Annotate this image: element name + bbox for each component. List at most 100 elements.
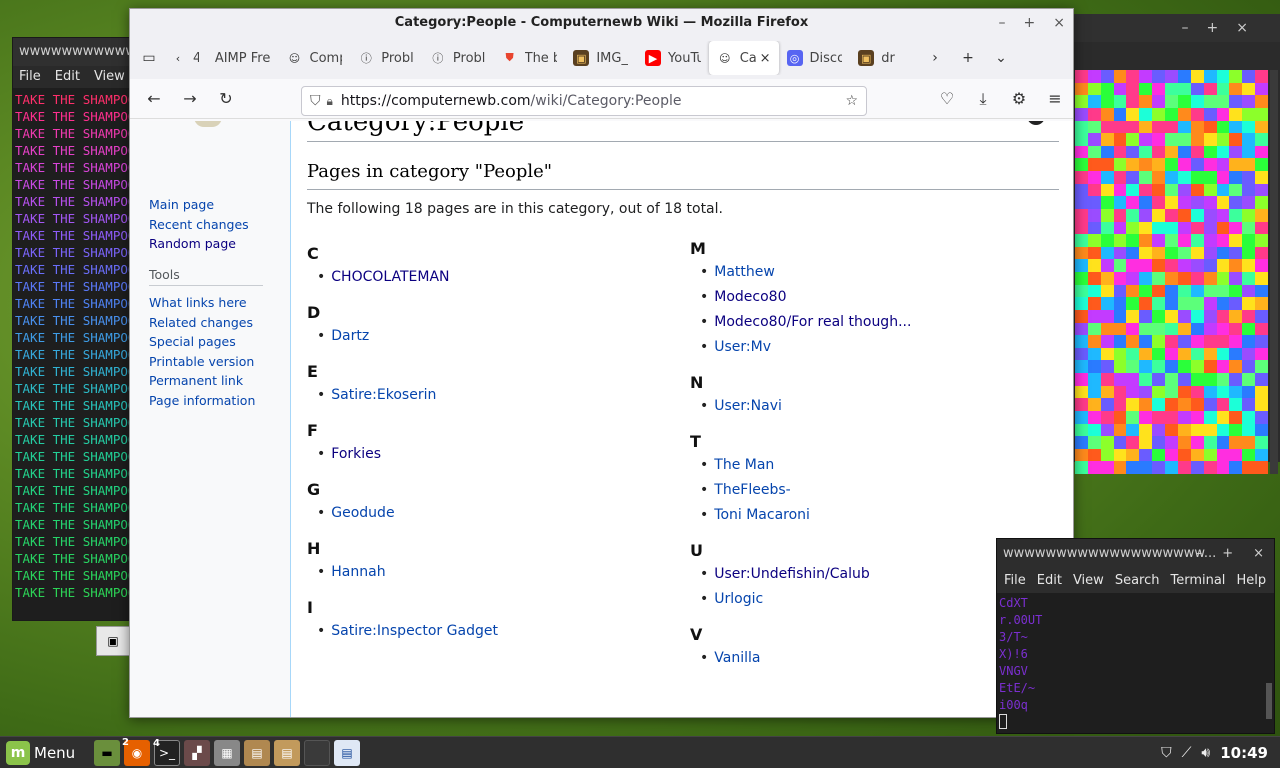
category-page-link[interactable]: Hannah bbox=[331, 564, 385, 580]
background-terminal-window[interactable]: wwwwwwwwwwwwwwwww File Edit View TAKE THE … bbox=[12, 37, 142, 621]
hamburger-menu-icon[interactable]: ≡ bbox=[1037, 89, 1073, 108]
list-all-tabs-icon[interactable]: ⌄ bbox=[988, 50, 1014, 66]
maximize-button[interactable]: + bbox=[1024, 9, 1036, 37]
tab[interactable]: ▣ dr bbox=[850, 41, 922, 75]
menu-file[interactable]: File bbox=[1004, 573, 1026, 588]
lock-icon[interactable]: 🔒︎ bbox=[327, 94, 333, 109]
menu-view[interactable]: View bbox=[94, 69, 125, 84]
shield-icon[interactable]: ⛉ bbox=[1161, 745, 1172, 761]
sidebar-link[interactable]: Recent changes bbox=[149, 215, 249, 235]
category-page-link[interactable]: TheFleebs- bbox=[714, 482, 790, 498]
tab[interactable]: ◎ Disco bbox=[779, 41, 851, 75]
sidebar-tool-link[interactable]: What links here bbox=[149, 293, 255, 313]
category-page-link[interactable]: Satire:Ekoserin bbox=[331, 387, 436, 403]
document-launcher-icon[interactable]: ▤ bbox=[334, 739, 360, 766]
maximize-button[interactable]: + bbox=[1222, 539, 1233, 569]
firefox-launcher-icon[interactable]: 2 ◉ bbox=[122, 737, 150, 766]
foreground-terminal-window[interactable]: wwwwwwwwwwwwwwwwwww... – + × File Edit Vie… bbox=[996, 538, 1275, 734]
pixel-cell bbox=[1152, 183, 1166, 197]
minimize-button[interactable]: – bbox=[1182, 20, 1207, 36]
menu-file[interactable]: File bbox=[19, 69, 41, 84]
list-item: Satire:Inspector Gadget bbox=[307, 619, 667, 644]
sidebar-link[interactable]: Main page bbox=[149, 195, 249, 215]
sidebar-link[interactable]: Random page bbox=[149, 234, 249, 254]
tab[interactable]: ☺ Cat × bbox=[708, 41, 779, 75]
category-page-link[interactable]: Dartz bbox=[331, 328, 369, 344]
category-page-link[interactable]: Forkies bbox=[331, 446, 381, 462]
close-tab-icon[interactable]: × bbox=[760, 51, 771, 66]
back-icon[interactable]: ← bbox=[136, 89, 172, 108]
category-page-link[interactable]: Satire:Inspector Gadget bbox=[331, 623, 498, 639]
sidebar-tool-link[interactable]: Permanent link bbox=[149, 371, 255, 391]
category-page-link[interactable]: The Man bbox=[714, 457, 774, 473]
extensions-icon[interactable]: ⚙ bbox=[1001, 89, 1037, 108]
downloads-icon[interactable]: ⤓ bbox=[965, 89, 1001, 109]
app-launcher-icon[interactable]: ▦ bbox=[214, 739, 240, 766]
category-page-link[interactable]: User:Mv bbox=[714, 339, 771, 355]
sidebar-tool-link[interactable]: Printable version bbox=[149, 352, 255, 372]
category-page-link[interactable]: Vanilla bbox=[714, 650, 760, 666]
window-button[interactable] bbox=[304, 739, 330, 766]
menu-view[interactable]: View bbox=[1073, 573, 1104, 588]
files-launcher-icon[interactable]: ▬ bbox=[94, 739, 120, 766]
tab[interactable]: ‹ 4K bbox=[162, 41, 207, 75]
menu-edit[interactable]: Edit bbox=[55, 69, 80, 84]
archive-launcher-icon[interactable]: ▤ bbox=[274, 739, 300, 766]
category-page-link[interactable]: Modeco80/For real though... bbox=[714, 314, 911, 330]
menu-terminal[interactable]: Terminal bbox=[1170, 573, 1225, 588]
tracking-protection-icon[interactable]: ⛉ bbox=[310, 93, 321, 109]
tab[interactable]: ⛊ The bl bbox=[494, 41, 566, 75]
close-button[interactable]: × bbox=[1053, 9, 1065, 37]
pocket-icon[interactable]: ♡ bbox=[929, 89, 965, 108]
reload-icon[interactable]: ↻ bbox=[208, 89, 244, 108]
category-page-link[interactable]: CHOCOLATEMAN bbox=[331, 269, 449, 285]
url-bar[interactable]: ⛉ 🔒︎ https://computernewb.com/wiki/Categ… bbox=[301, 86, 867, 116]
network-icon[interactable]: ⟋ bbox=[1182, 745, 1192, 761]
terminal-launcher-icon[interactable]: 4 >_ bbox=[153, 738, 180, 766]
menu-edit[interactable]: Edit bbox=[1037, 573, 1062, 588]
sidebar-tool-link[interactable]: Page information bbox=[149, 391, 255, 411]
scrollbar[interactable] bbox=[1266, 683, 1272, 719]
minimize-button[interactable]: – bbox=[1196, 539, 1203, 569]
app-launcher-icon[interactable]: ▞ bbox=[184, 739, 210, 766]
category-page-link[interactable]: User:Undefishin/Calub bbox=[714, 566, 869, 582]
category-page-link[interactable]: Geodude bbox=[331, 505, 394, 521]
category-page-link[interactable]: Urlogic bbox=[714, 591, 763, 607]
pixel-cell bbox=[1255, 461, 1268, 474]
close-button[interactable]: × bbox=[1253, 539, 1264, 569]
maximize-button[interactable]: + bbox=[1207, 20, 1237, 36]
tab[interactable]: ⓘ Probl bbox=[422, 41, 494, 75]
clock[interactable]: 10:49 bbox=[1220, 744, 1268, 762]
close-button[interactable]: × bbox=[1236, 20, 1266, 36]
menu-search[interactable]: Search bbox=[1115, 573, 1160, 588]
category-page-link[interactable]: Matthew bbox=[714, 264, 775, 280]
menu-help[interactable]: Help bbox=[1236, 573, 1266, 588]
divider bbox=[307, 141, 1059, 142]
sidebar-tool-link[interactable]: Special pages bbox=[149, 332, 255, 352]
pixel-cell bbox=[1229, 82, 1243, 96]
tab[interactable]: ⓘ Probl bbox=[350, 41, 422, 75]
category-page-link[interactable]: Toni Macaroni bbox=[714, 507, 810, 523]
firefox-view-icon[interactable]: ▭ bbox=[136, 50, 162, 66]
pixel-cell bbox=[1242, 221, 1256, 235]
pixel-art-window[interactable]: –+× bbox=[1073, 14, 1280, 474]
tab-label: AIMP Fre bbox=[214, 50, 271, 66]
tab[interactable]: ☺ Comp bbox=[279, 41, 351, 75]
start-menu-button[interactable]: m Menu bbox=[0, 740, 90, 765]
tab[interactable]: ▣ IMG_ bbox=[565, 41, 637, 75]
sidebar-tool-link[interactable]: Related changes bbox=[149, 313, 255, 333]
minimized-window-thumbnail[interactable]: ▣ bbox=[96, 626, 130, 656]
scrollbar[interactable] bbox=[1270, 70, 1278, 474]
forward-icon[interactable]: → bbox=[172, 89, 208, 108]
minimize-button[interactable]: – bbox=[999, 9, 1006, 37]
category-page-link[interactable]: User:Navi bbox=[714, 398, 782, 414]
category-page-link[interactable]: Modeco80 bbox=[714, 289, 786, 305]
new-tab-icon[interactable]: + bbox=[948, 50, 988, 66]
scroll-tabs-right-icon[interactable]: › bbox=[922, 50, 948, 66]
terminal-output[interactable]: CdXT r.00UT 3/T~ X)!6 VNGV EtE/~ i00q bbox=[997, 593, 1274, 733]
tab[interactable]: AIMP Fre bbox=[207, 41, 279, 75]
volume-icon[interactable]: 🔊︎ bbox=[1201, 745, 1210, 761]
tab[interactable]: ▶ YouTu bbox=[637, 41, 709, 75]
bookmark-star-icon[interactable]: ☆ bbox=[845, 93, 858, 109]
archive-launcher-icon[interactable]: ▤ bbox=[244, 739, 270, 766]
